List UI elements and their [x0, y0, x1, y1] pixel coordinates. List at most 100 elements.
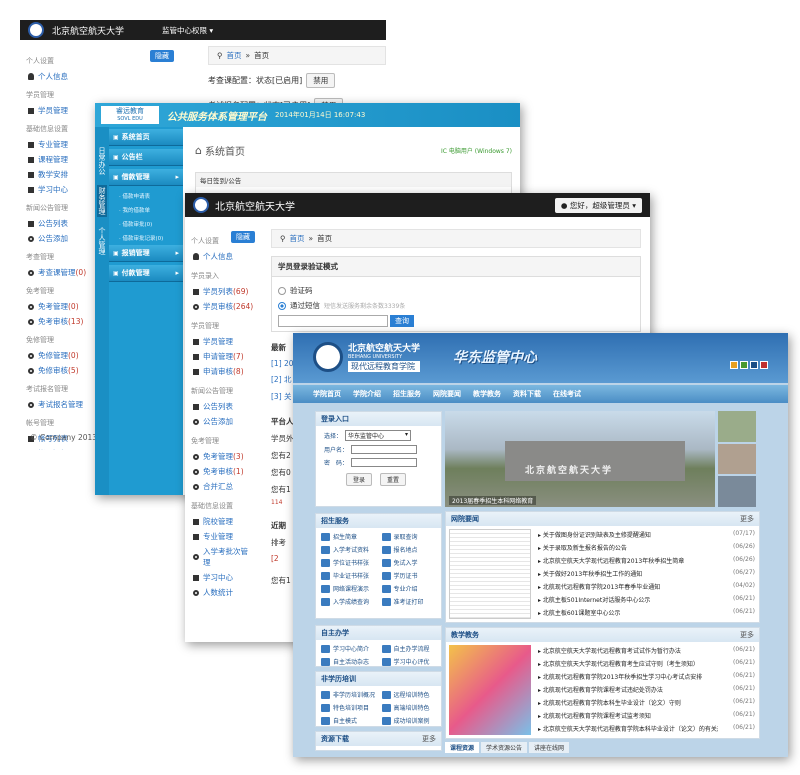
study-link[interactable]: 学习中心评优: [379, 655, 440, 668]
study-link[interactable]: 自主活动杂志: [318, 655, 379, 668]
submenu-item[interactable]: · 借款审批记录(0): [109, 231, 183, 245]
news-item[interactable]: ▸ 北航现代远程教育学院2013年春季毕业通知 (04/02): [534, 580, 759, 593]
breadcrumb-home-link[interactable]: 首页: [227, 50, 242, 61]
training-link[interactable]: 特色培训项目: [318, 701, 379, 714]
tab-academic-notice[interactable]: 学术资源公告: [481, 742, 528, 753]
news-item[interactable]: ▸ 北京航空航天大学现代远程教育学院本科毕业设计（论文）的有关规定（修订） (06…: [534, 722, 759, 735]
training-link[interactable]: 高端培训特色: [379, 701, 440, 714]
sidebar-item[interactable]: 申请审核(8): [185, 364, 263, 379]
study-link[interactable]: 自主办学流程: [379, 642, 440, 655]
sidebar-item[interactable]: 学员列表(69): [185, 284, 263, 299]
nav-admissions[interactable]: 招生服务: [393, 389, 421, 399]
news-item[interactable]: ▸ 北航现代远程教育学院课程考试监考须知 (06/21): [534, 709, 759, 722]
reset-button[interactable]: 重置: [380, 473, 407, 486]
sidebar-item[interactable]: 学员审核(264): [185, 299, 263, 314]
thumbnail[interactable]: [718, 411, 756, 442]
menu-item[interactable]: ▣ 公告栏: [109, 149, 183, 166]
more-link[interactable]: 更多: [422, 734, 436, 744]
theme-swatch[interactable]: [760, 361, 768, 369]
menu-item[interactable]: ▣ 借款管理 ▸: [109, 169, 183, 186]
tab-finance[interactable]: 财务管理: [97, 185, 107, 217]
sidebar-item[interactable]: 公告列表: [185, 399, 263, 414]
thumbnail[interactable]: [718, 443, 756, 475]
news-item[interactable]: ▸ 北航现代远程教育学院2013年秋季招生学习中心考试点安排 (06/21): [534, 670, 759, 683]
admission-service-link[interactable]: 免试入学: [379, 556, 440, 569]
login-button[interactable]: 登录: [346, 473, 373, 486]
admission-service-link[interactable]: 网络课程演示: [318, 582, 379, 595]
sidebar-item[interactable]: 免考审核(1): [185, 464, 263, 479]
center-select[interactable]: 华东监管中心 ▾: [345, 430, 412, 441]
query-input[interactable]: [278, 315, 388, 327]
thumbnail[interactable]: [718, 476, 756, 508]
tab-course-resources[interactable]: 课程资源: [445, 742, 480, 753]
sidebar-item[interactable]: 个人信息: [20, 69, 180, 84]
theme-swatch[interactable]: [750, 361, 758, 369]
news-item[interactable]: ▸ 北京航空航天大学现代远程教育考试试作为暂行办法 (06/21): [534, 644, 759, 657]
user-menu-button[interactable]: ● 您好，超级管理员 ▾: [554, 197, 642, 213]
study-link[interactable]: 学习中心简介: [318, 642, 379, 655]
news-item[interactable]: ▸ 北航现代远程教育学院本科生毕业设计（论文）守则 (06/21): [534, 696, 759, 709]
sidebar-item[interactable]: 公告添加: [185, 414, 263, 429]
news-item[interactable]: ▸ 关于做图身份证识别缺表及主修提醒通知 (07/17): [534, 528, 759, 541]
sidebar-item[interactable]: 个人信息: [185, 249, 263, 264]
menu-item[interactable]: ▣ 系统首页: [109, 129, 183, 146]
nav-downloads[interactable]: 资料下载: [513, 389, 541, 399]
submenu-item[interactable]: · 借款申请表: [109, 189, 183, 203]
menu-item[interactable]: ▣ 付款管理 ▸: [109, 265, 183, 282]
submenu-item[interactable]: · 借款审批(0): [109, 217, 183, 231]
sidebar-item[interactable]: 合并汇总: [185, 479, 263, 494]
username-input[interactable]: [351, 445, 418, 454]
theme-swatch[interactable]: [730, 361, 738, 369]
theme-swatch[interactable]: [740, 361, 748, 369]
sidebar-item[interactable]: 专业管理: [185, 529, 263, 544]
sidebar-item[interactable]: 人数统计: [185, 585, 263, 600]
training-link[interactable]: 远程培训特色: [379, 688, 440, 701]
training-link[interactable]: 成功培训案例: [379, 714, 440, 727]
admission-service-link[interactable]: 录取查询: [379, 530, 440, 543]
admission-service-link[interactable]: 专业介绍: [379, 582, 440, 595]
news-item[interactable]: ▸ 关于做好2013年秋季招生工作的通知 (06/27): [534, 567, 759, 580]
radio-captcha[interactable]: [278, 286, 286, 295]
training-link[interactable]: 非学历培训概况: [318, 688, 379, 701]
news-item[interactable]: ▸ 关于录取及新生报名报告的公告 (06/26): [534, 541, 759, 554]
admission-service-link[interactable]: 学位证书样张: [318, 556, 379, 569]
nav-online-exam[interactable]: 在线考试: [553, 389, 581, 399]
hide-sidebar-button[interactable]: 隐藏: [150, 50, 174, 62]
news-item[interactable]: ▸ 北航主板601课题室中心公示 (06/21): [534, 606, 759, 619]
news-item[interactable]: ▸ 北京航空航天大学现代远程教育考生应试守则（考生须知） (06/21): [534, 657, 759, 670]
query-button[interactable]: 查询: [390, 315, 414, 327]
admission-service-link[interactable]: 招生简章: [318, 530, 379, 543]
sidebar-item[interactable]: 院校管理: [185, 514, 263, 529]
sidebar-item[interactable]: 入学考批次管理: [185, 544, 263, 570]
nav-about[interactable]: 学院介绍: [353, 389, 381, 399]
admission-service-link[interactable]: 报名地点: [379, 543, 440, 556]
admission-service-link[interactable]: 学历证书: [379, 569, 440, 582]
admission-service-link[interactable]: 入学考试资料: [318, 543, 379, 556]
sidebar-item[interactable]: 学习中心: [185, 570, 263, 585]
tab-lectures[interactable]: 讲座在线网: [529, 742, 570, 753]
sidebar-item[interactable]: 申请管理(7): [185, 349, 263, 364]
tab-personal[interactable]: 个人管理: [97, 227, 107, 255]
tab-office[interactable]: 日常办公: [97, 147, 107, 175]
news-item[interactable]: ▸ 北航现代远程教育学院课程考试违纪处罚办法 (06/21): [534, 683, 759, 696]
admission-service-link[interactable]: 入学成绩查询: [318, 595, 379, 608]
breadcrumb-home-link[interactable]: 首页: [290, 233, 305, 244]
news-item[interactable]: ▸ 北航主板501Internet对话服务中心公示 (06/21): [534, 593, 759, 606]
disable-exam-config-button[interactable]: 禁用: [306, 73, 336, 88]
nav-teaching[interactable]: 教学教务: [473, 389, 501, 399]
role-menu[interactable]: 监管中心权限 ▾: [162, 25, 213, 36]
news-item[interactable]: ▸ 北京航空航天大学现代远程教育2013年秋季招生简章 (06/26): [534, 554, 759, 567]
more-link[interactable]: 更多: [740, 514, 754, 524]
nav-home[interactable]: 学院首页: [313, 389, 341, 399]
password-input[interactable]: [351, 458, 418, 467]
more-link[interactable]: 更多: [740, 630, 754, 640]
nav-news[interactable]: 网院要闻: [433, 389, 461, 399]
sidebar-item[interactable]: 免考管理(3): [185, 449, 263, 464]
radio-sms[interactable]: [278, 301, 286, 310]
menu-item[interactable]: ▣ 报销管理 ▸: [109, 245, 183, 262]
submenu-item[interactable]: · 我的借款单: [109, 203, 183, 217]
admission-service-link[interactable]: 毕业证书样张: [318, 569, 379, 582]
hide-sidebar-button[interactable]: 隐藏: [231, 231, 255, 243]
admission-service-link[interactable]: 准考证打印: [379, 595, 440, 608]
training-link[interactable]: 自主模式: [318, 714, 379, 727]
